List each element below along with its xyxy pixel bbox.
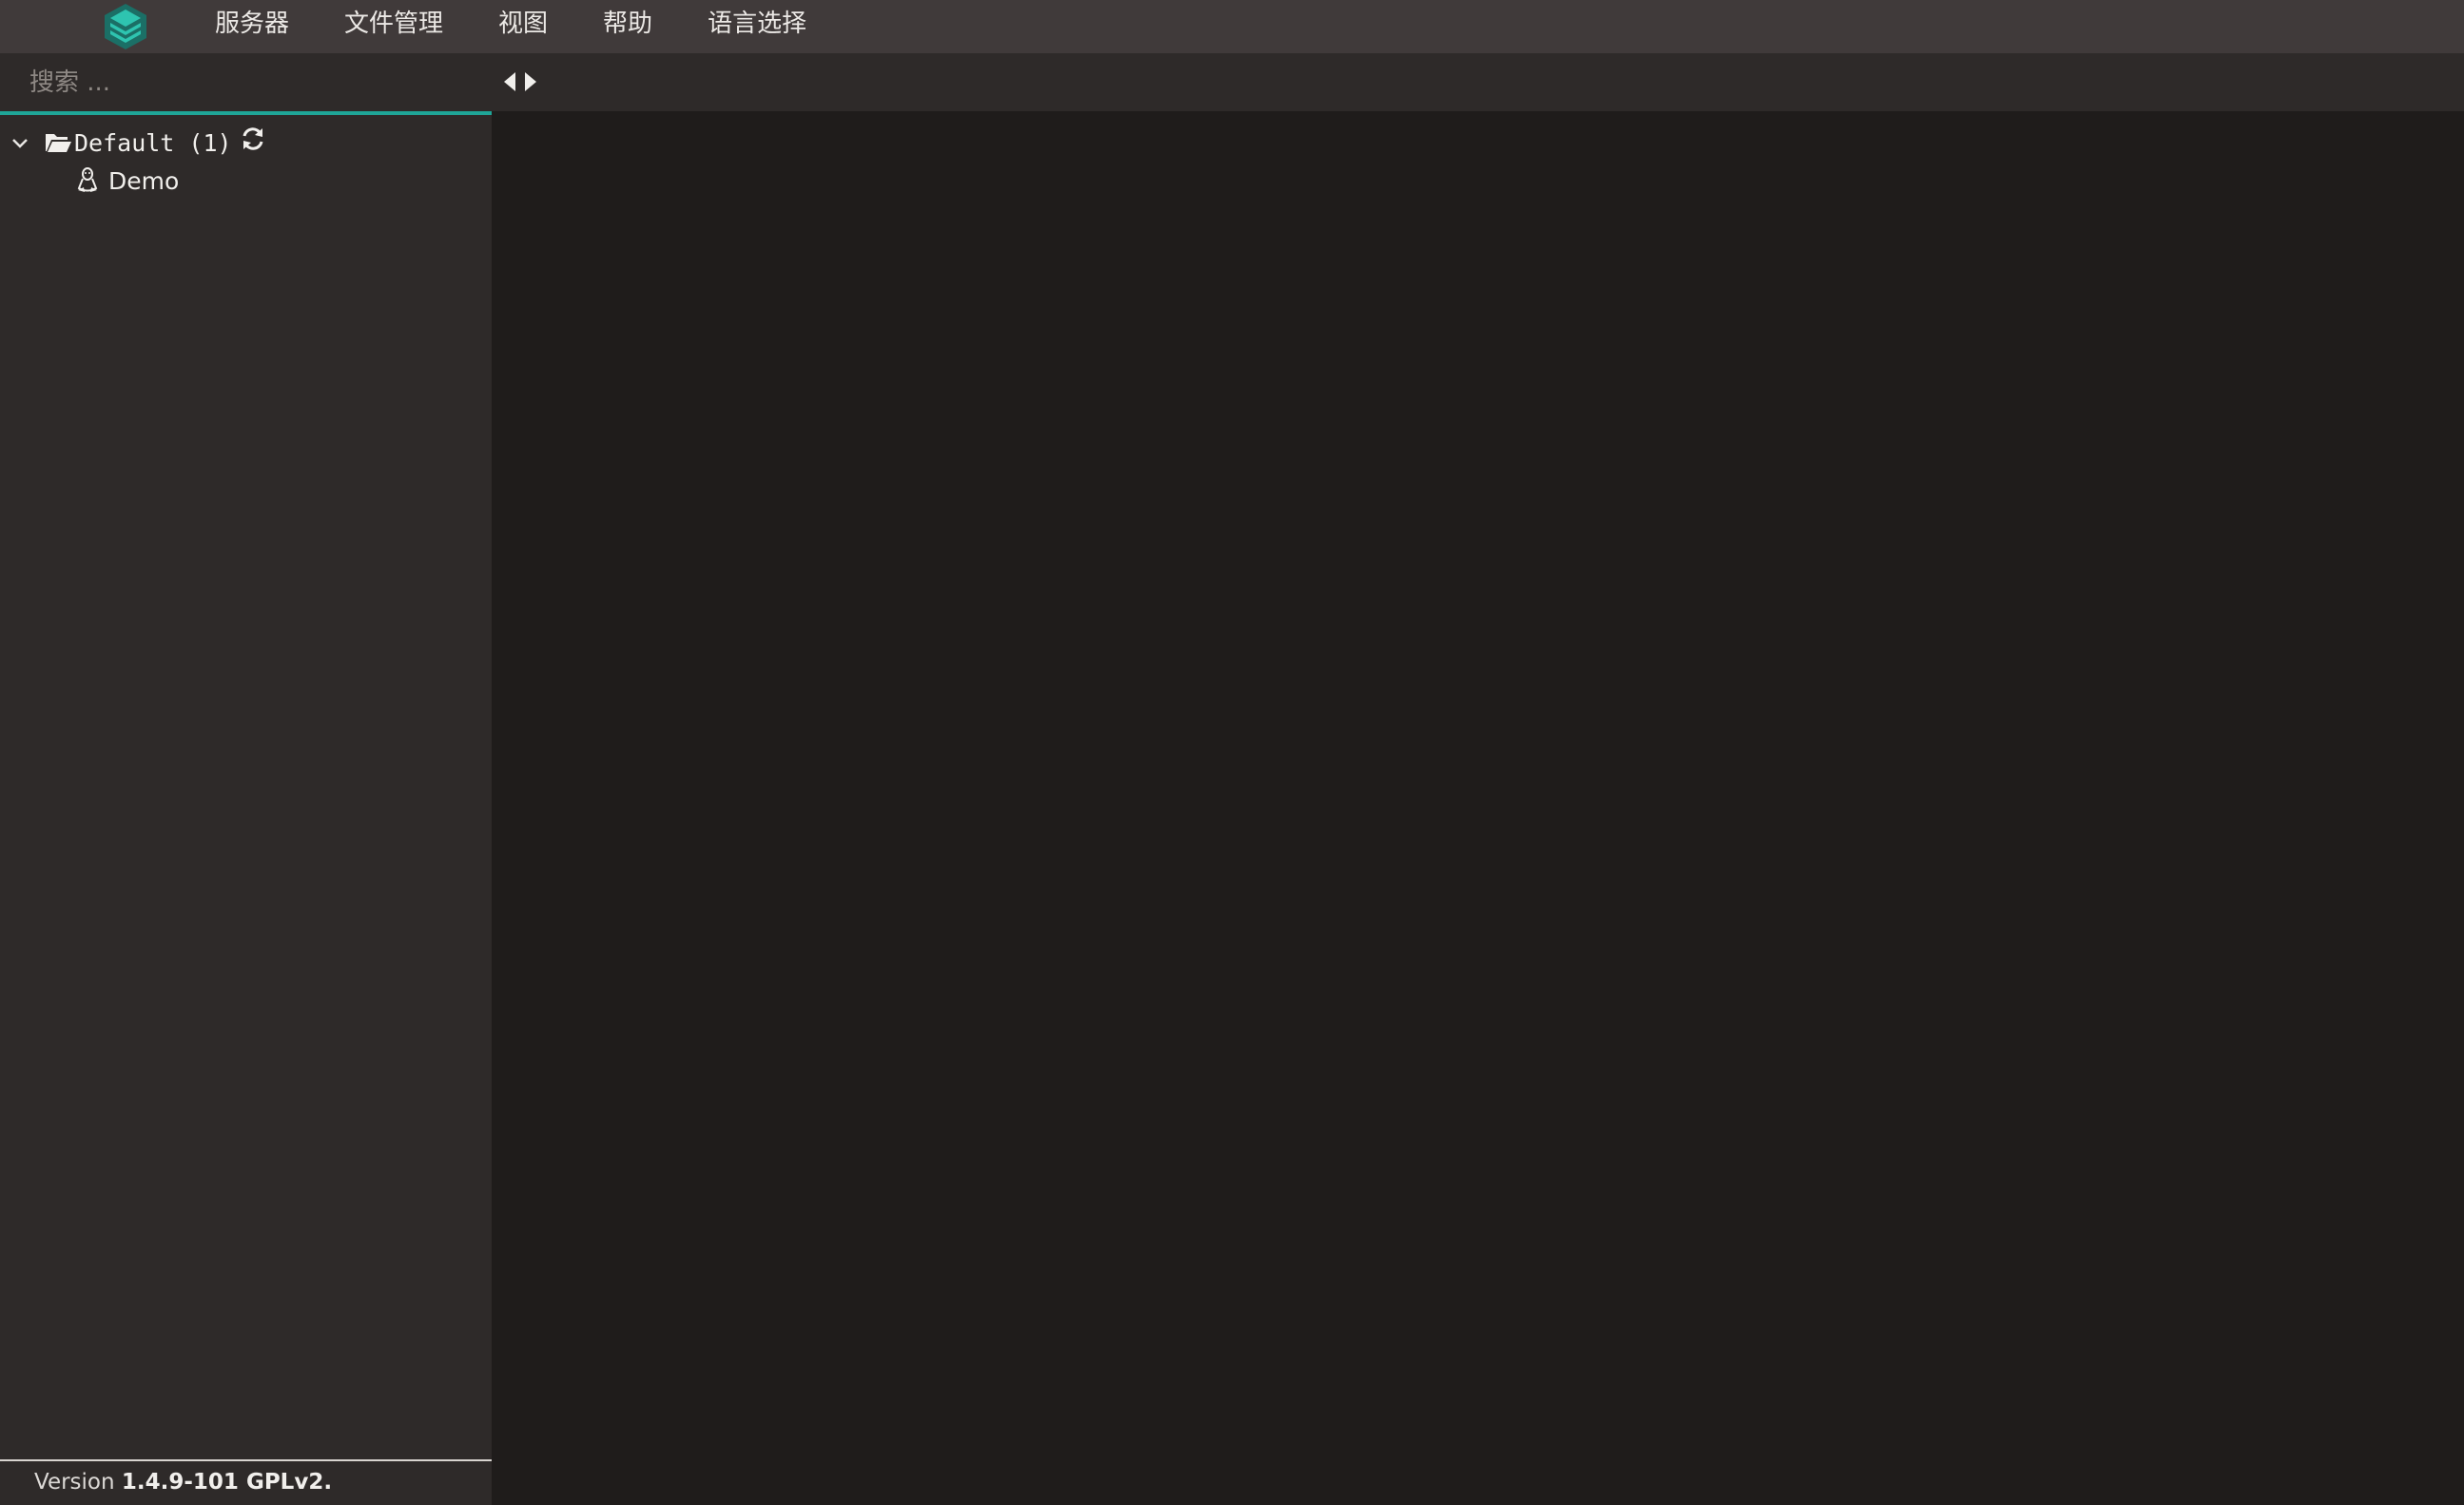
tree-group-label: Default (1) xyxy=(74,128,232,157)
main-content-area xyxy=(492,111,2464,1505)
menu-item-help[interactable]: 帮助 xyxy=(603,0,652,48)
search-box xyxy=(0,53,492,115)
menu-item-file-manager[interactable]: 文件管理 xyxy=(344,0,443,48)
tree-host-label: Demo xyxy=(108,166,180,195)
app-logo-icon[interactable] xyxy=(101,2,150,51)
menu-bar: 服务器 文件管理 视图 帮助 语言选择 xyxy=(0,0,2464,53)
tree-group-default[interactable]: Default (1) xyxy=(0,124,492,162)
menu-item-server[interactable]: 服务器 xyxy=(215,0,289,48)
version-number: 1.4.9-101 GPLv2. xyxy=(121,1470,333,1495)
version-footer: Version 1.4.9-101 GPLv2. xyxy=(0,1459,492,1505)
tab-bar xyxy=(492,53,2464,111)
server-tree: Default (1) Demo xyxy=(0,124,492,200)
caret-right-icon[interactable] xyxy=(522,68,539,95)
version-prefix: Version xyxy=(34,1470,122,1495)
menu-item-language[interactable]: 语言选择 xyxy=(708,0,806,48)
tab-nav xyxy=(501,68,539,95)
linux-icon xyxy=(77,167,98,192)
refresh-icon[interactable] xyxy=(240,125,266,152)
folder-open-icon xyxy=(46,134,71,152)
search-input[interactable] xyxy=(0,53,492,111)
tree-host-demo[interactable]: Demo xyxy=(0,162,492,200)
menu-item-view[interactable]: 视图 xyxy=(498,0,548,48)
caret-left-icon[interactable] xyxy=(501,68,518,95)
sidebar: Default (1) Demo Version 1.4.9-101 GPLv2… xyxy=(0,53,492,1505)
menu-items: 服务器 文件管理 视图 帮助 语言选择 xyxy=(215,0,862,48)
chevron-down-icon[interactable] xyxy=(10,132,30,153)
